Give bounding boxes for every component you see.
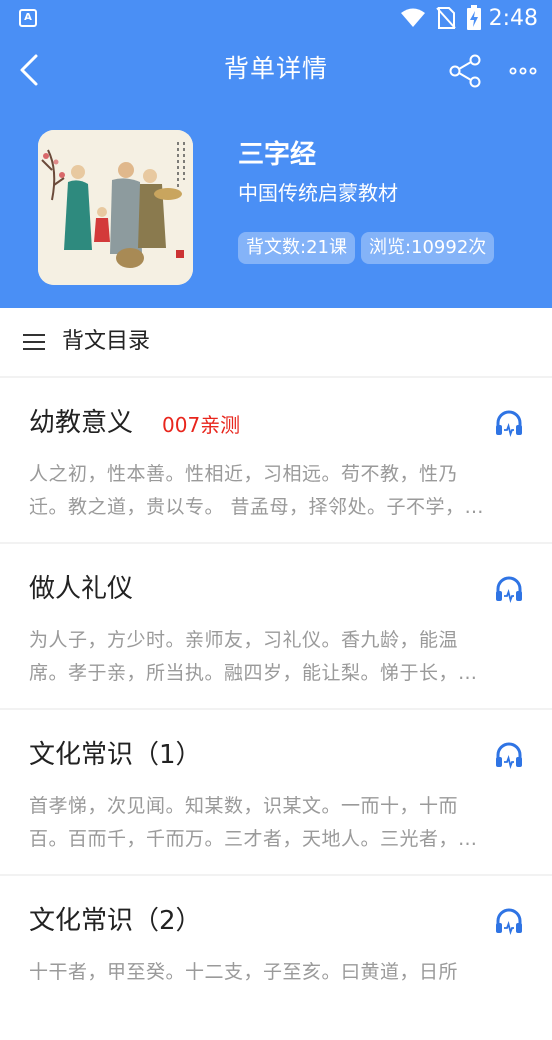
no-sim-icon [436,7,456,29]
menu-list-icon [23,334,45,350]
lesson-title: 文化常识（1） [29,740,202,770]
lesson-title: 文化常识（2） [29,906,202,936]
status-time: 2:48 [488,6,538,31]
share-icon [449,54,481,88]
lesson-count-badge: 背文数:21课 [238,232,355,264]
status-icons [400,5,482,30]
nav-bar: 背单详情 [0,38,552,102]
listen-button[interactable] [494,408,524,438]
section-title: 背文目录 [62,329,151,354]
headphones-icon [496,576,522,604]
wifi-icon [401,8,425,27]
lesson-badge: 007亲测 [162,413,241,437]
lesson-preview: 首孝悌，次见闻。知某数，识某文。一而十，十而 百。百而千，千而万。三才者，天地人… [29,795,478,850]
lesson-item[interactable]: 幼教意义 007亲测 人之初，性本善。性相近，习相远。苟不教，性乃 迁。教之道，… [0,378,552,542]
views-badge: 浏览:10992次 [360,232,495,264]
share-button[interactable] [446,52,484,90]
headphones-icon [496,742,522,770]
more-options-button[interactable] [506,52,542,90]
lesson-item[interactable]: 做人礼仪 为人子，方少时。亲师友，习礼仪。香九龄，能温 席。孝于亲，所当执。融四… [0,544,552,708]
headphones-icon [496,410,522,438]
lesson-item[interactable]: 文化常识（2） 十干者，甲至癸。十二支，子至亥。曰黄道，日所 [0,876,552,1040]
battery-charging-icon [467,5,481,30]
book-cover-image [38,130,193,285]
header: A 2:48 背单详情 三字经 中国传统启蒙教材 背文数:21课 浏览:1099… [0,0,552,308]
lesson-title: 做人礼仪 [29,574,134,604]
lesson-preview: 人之初，性本善。性相近，习相远。苟不教，性乃 迁。教之道，贵以专。 昔孟母，择邻… [29,463,485,518]
book-stats: 背文数:21课 浏览:10992次 [238,232,495,264]
lesson-title: 幼教意义 [29,408,134,438]
listen-button[interactable] [494,740,524,770]
listen-button[interactable] [494,574,524,604]
lesson-item[interactable]: 文化常识（1） 首孝悌，次见闻。知某数，识某文。一而十，十而 百。百而千，千而万… [0,710,552,874]
lesson-preview: 十干者，甲至癸。十二支，子至亥。曰黄道，日所 [29,961,459,983]
book-subtitle: 中国传统启蒙教材 [238,181,398,205]
status-bar: A 2:48 [0,0,552,38]
app-notification-icon: A [19,9,37,27]
more-dots-icon [509,67,537,75]
listen-button[interactable] [494,906,524,936]
headphones-icon [496,908,522,936]
section-header: 背文目录 [0,308,552,376]
lesson-preview: 为人子，方少时。亲师友，习礼仪。香九龄，能温 席。孝于亲，所当执。融四岁，能让梨… [29,629,478,684]
book-title: 三字经 [238,140,317,170]
